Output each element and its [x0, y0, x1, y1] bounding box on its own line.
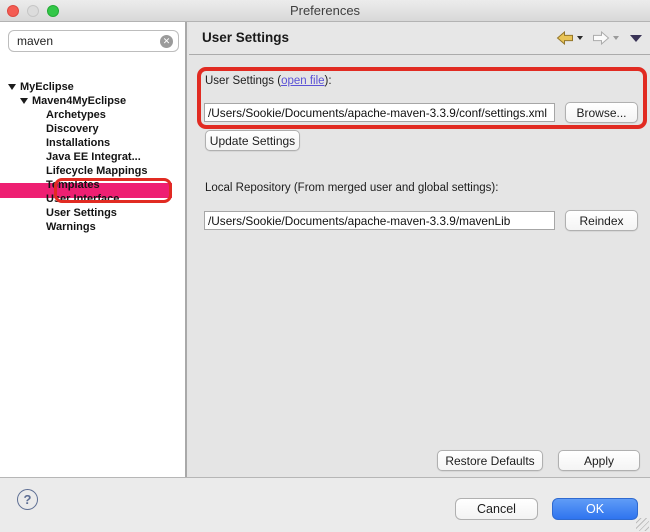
sidebar: ✕ MyEclipse Maven4MyEclipse Archetypes D… — [0, 22, 187, 477]
clear-search-icon[interactable]: ✕ — [160, 35, 173, 48]
main-panel: User Settings User Settings (open file):… — [189, 22, 650, 477]
expander-icon[interactable] — [20, 98, 28, 104]
tree-item-warnings[interactable]: Warnings — [0, 220, 183, 234]
tree-item-java-ee-integration[interactable]: Java EE Integrat... — [0, 150, 183, 164]
user-settings-path-input[interactable] — [204, 103, 555, 122]
tree-item-user-settings[interactable]: User Settings — [0, 206, 183, 220]
tree-item-templates[interactable]: Templates — [0, 178, 183, 192]
tree-item-archetypes[interactable]: Archetypes — [0, 108, 183, 122]
tree-item-user-interface[interactable]: User Interface — [0, 192, 183, 206]
window-title: Preferences — [0, 0, 650, 21]
update-settings-button[interactable]: Update Settings — [205, 130, 300, 151]
tree-item-lifecycle-mappings[interactable]: Lifecycle Mappings — [0, 164, 183, 178]
open-file-link[interactable]: open file — [281, 75, 324, 87]
view-menu-icon[interactable] — [630, 35, 642, 42]
browse-button[interactable]: Browse... — [565, 102, 638, 123]
apply-button[interactable]: Apply — [558, 450, 640, 471]
preferences-window: Preferences ✕ MyEclipse Maven4MyEclipse … — [0, 0, 650, 532]
search-input[interactable] — [17, 32, 155, 50]
filter-search-box[interactable]: ✕ — [8, 30, 179, 52]
help-button[interactable]: ? — [17, 489, 38, 510]
titlebar: Preferences — [0, 0, 650, 22]
forward-history-dropdown-icon[interactable] — [613, 36, 619, 40]
reindex-button[interactable]: Reindex — [565, 210, 638, 231]
resize-grip[interactable] — [636, 518, 649, 531]
expander-icon[interactable] — [8, 84, 16, 90]
forward-arrow-icon[interactable] — [592, 31, 610, 45]
tree-item-myeclipse[interactable]: MyEclipse — [0, 80, 183, 94]
user-settings-label: User Settings (open file): — [205, 75, 332, 87]
history-nav — [556, 31, 642, 45]
page-title: User Settings — [202, 22, 289, 54]
tree-item-installations[interactable]: Installations — [0, 136, 183, 150]
back-arrow-icon[interactable] — [556, 31, 574, 45]
dialog-footer: ? Cancel OK — [0, 477, 650, 532]
page-header: User Settings — [189, 22, 650, 55]
tree-item-maven4myeclipse[interactable]: Maven4MyEclipse — [0, 94, 183, 108]
local-repository-path-input[interactable] — [204, 211, 555, 230]
local-repository-label: Local Repository (From merged user and g… — [205, 182, 498, 194]
cancel-button[interactable]: Cancel — [455, 498, 538, 520]
ok-button[interactable]: OK — [552, 498, 638, 520]
tree-item-discovery[interactable]: Discovery — [0, 122, 183, 136]
back-history-dropdown-icon[interactable] — [577, 36, 583, 40]
restore-defaults-button[interactable]: Restore Defaults — [437, 450, 543, 471]
